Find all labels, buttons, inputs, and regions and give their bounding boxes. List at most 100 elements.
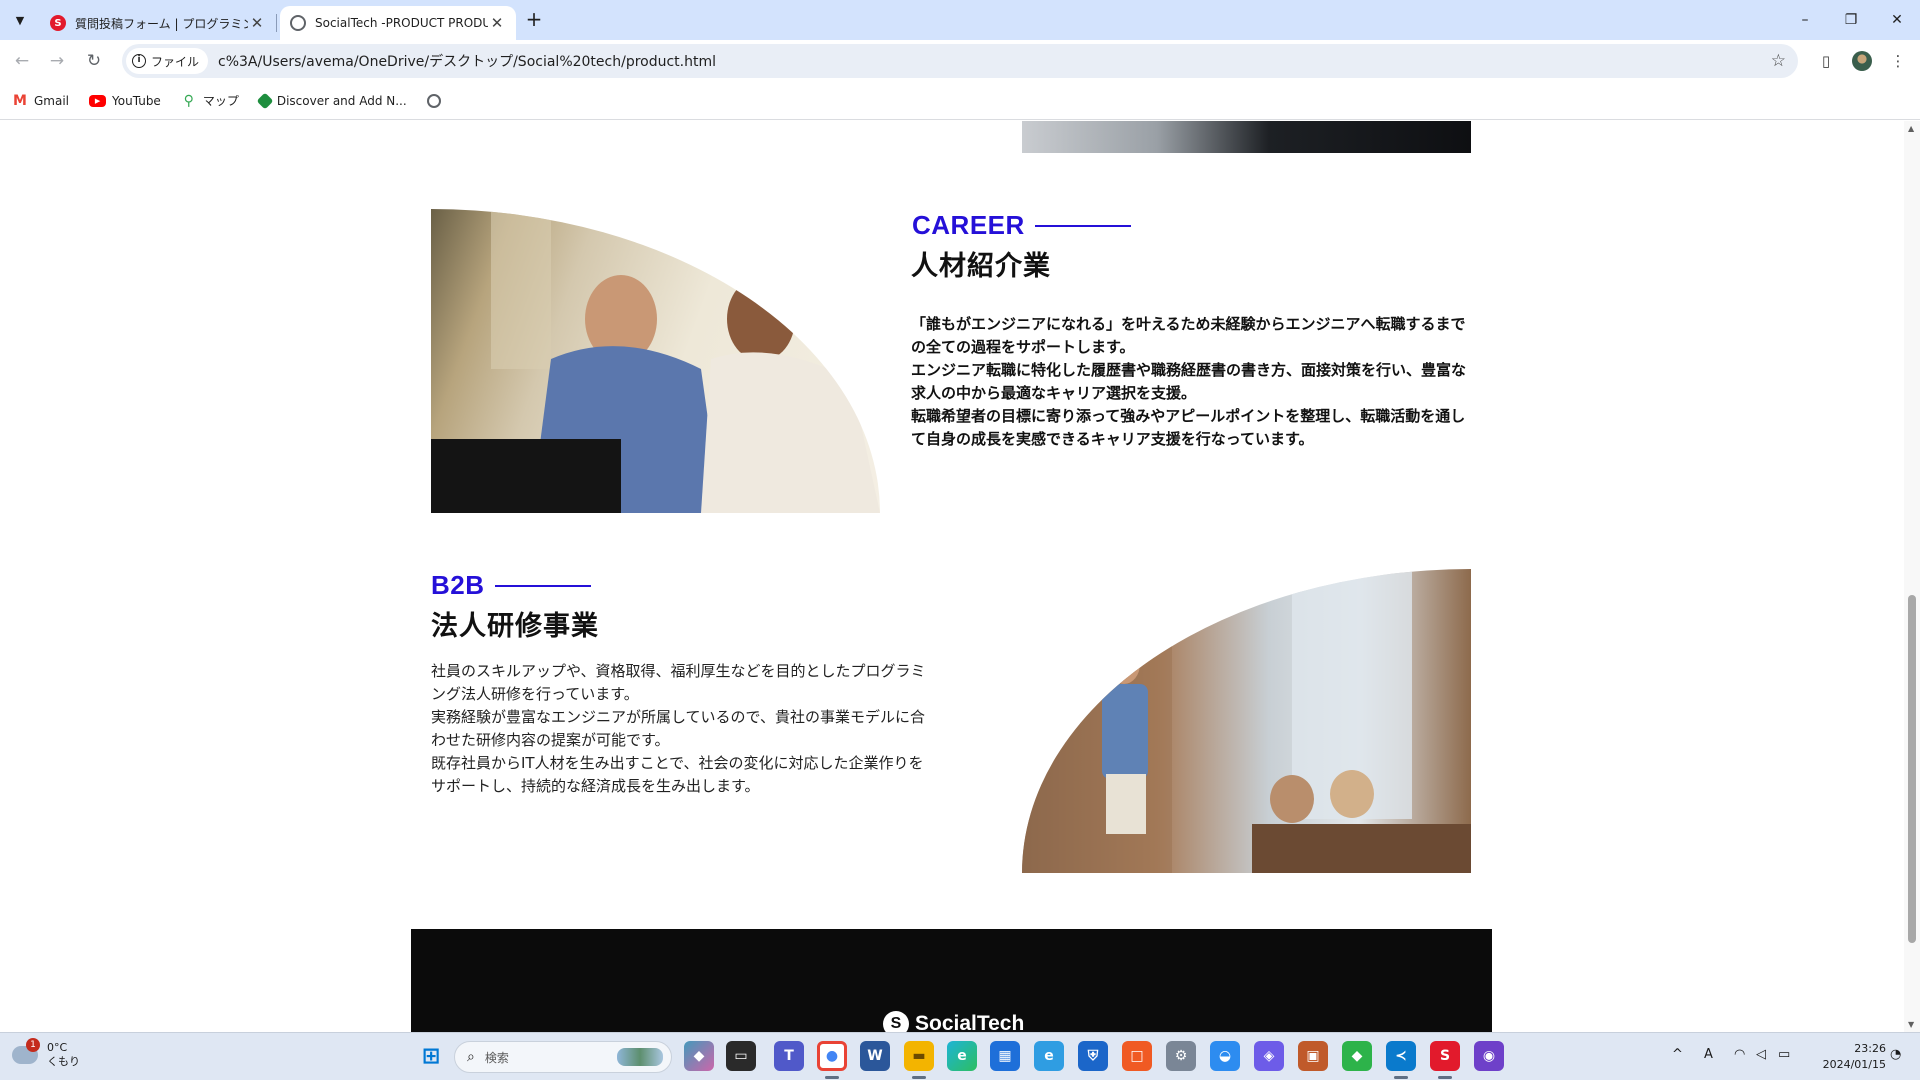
bird-app-icon[interactable]: ◒ bbox=[1210, 1041, 1240, 1071]
tab-search-button[interactable]: ▼ bbox=[8, 8, 32, 32]
minimize-button[interactable]: – bbox=[1782, 0, 1828, 40]
b2b-description: 社員のスキルアップや、資格取得、福利厚生などを目的としたプログラミ ング法人研修… bbox=[431, 660, 951, 798]
store-icon[interactable]: ▦ bbox=[990, 1041, 1020, 1071]
back-button[interactable]: ← bbox=[10, 49, 34, 73]
career-line: 「誰もがエンジニアになれる」を叶えるため未経験からエンジニアへ転職するまで bbox=[911, 315, 1466, 333]
career-description: 「誰もがエンジニアになれる」を叶えるため未経験からエンジニアへ転職するまで の全… bbox=[911, 313, 1481, 451]
profile-avatar[interactable] bbox=[1850, 49, 1874, 73]
copilot-icon[interactable]: ◆ bbox=[684, 1041, 714, 1071]
office-icon[interactable]: □ bbox=[1122, 1041, 1152, 1071]
weather-temp: 0°C bbox=[47, 1041, 68, 1054]
samurai-favicon-icon: S bbox=[50, 15, 66, 31]
b2b-line: 実務経験が豊富なエンジニアが所属しているので、貴社の事業モデルに合 bbox=[431, 708, 925, 726]
github-icon[interactable]: ◉ bbox=[1474, 1041, 1504, 1071]
b2b-line: わせた研修内容の提案が可能です。 bbox=[431, 731, 670, 749]
photos-icon[interactable]: ▣ bbox=[1298, 1041, 1328, 1071]
start-windows-icon[interactable]: ⊞ bbox=[416, 1041, 446, 1071]
globe-icon bbox=[426, 93, 441, 108]
teams-icon[interactable]: T bbox=[774, 1041, 804, 1071]
chrome-icon[interactable]: ● bbox=[817, 1041, 847, 1071]
search-icon: ⌕ bbox=[467, 1049, 475, 1065]
search-highlight-image bbox=[617, 1048, 663, 1066]
bookmark-gmail[interactable]: M Gmail bbox=[12, 93, 69, 109]
green-app-icon[interactable]: ◆ bbox=[1342, 1041, 1372, 1071]
career-label-line bbox=[1034, 224, 1131, 227]
samurai-running-indicator bbox=[1438, 1076, 1452, 1079]
edge-icon[interactable]: e bbox=[947, 1041, 977, 1071]
tab-socialtech-product[interactable]: SocialTech -PRODUCT PRODUC ✕ bbox=[280, 6, 516, 40]
bookmark-label: Discover and Add N... bbox=[276, 93, 407, 108]
system-clock[interactable]: 23:26 2024/01/15 bbox=[1806, 1041, 1886, 1073]
bookmark-label: Gmail bbox=[34, 93, 70, 108]
close-tab-icon[interactable]: ✕ bbox=[248, 14, 266, 32]
new-tab-button[interactable]: + bbox=[522, 8, 546, 32]
reload-button[interactable]: ↻ bbox=[82, 49, 106, 73]
bookmark-label: YouTube bbox=[112, 93, 161, 108]
career-line: の全ての過程をサポートします。 bbox=[911, 338, 1135, 356]
bookmark-star-icon[interactable]: ☆ bbox=[1771, 51, 1786, 71]
restore-button[interactable]: ❐ bbox=[1828, 0, 1874, 40]
word-icon[interactable]: W bbox=[860, 1041, 890, 1071]
discover-icon bbox=[256, 92, 274, 109]
tray-overflow-chevron-icon[interactable]: ^ bbox=[1672, 1047, 1683, 1062]
footer-logo[interactable]: S SocialTech bbox=[883, 1011, 1024, 1032]
maps-icon: ⚲ bbox=[183, 92, 194, 109]
youtube-icon: ▶ bbox=[89, 94, 107, 107]
task-view-icon[interactable]: ▭ bbox=[726, 1041, 756, 1071]
page-scrollbar[interactable]: ▲ ▼ bbox=[1904, 121, 1920, 1032]
menu-kebab-icon[interactable]: ⋮ bbox=[1886, 49, 1910, 73]
weather-condition: くもり bbox=[47, 1055, 80, 1068]
b2b-label-line bbox=[494, 584, 591, 587]
footer-logo-text: SocialTech bbox=[915, 1012, 1025, 1032]
vscode-icon[interactable]: ≺ bbox=[1386, 1041, 1416, 1071]
tab-question-form[interactable]: S 質問投稿フォーム | プログラミング学 ✕ bbox=[40, 6, 276, 40]
b2b-label-row: B2B bbox=[431, 570, 591, 601]
wifi-icon[interactable]: ◠ bbox=[1734, 1047, 1745, 1062]
page-viewport: CAREER 人材紹介業 「誰もがエンジニアになれる」を叶えるため未経験からエン… bbox=[0, 121, 1904, 1032]
close-window-button[interactable]: ✕ bbox=[1874, 0, 1920, 40]
file-explorer-icon[interactable]: ▬ bbox=[904, 1041, 934, 1071]
career-label: CAREER bbox=[912, 210, 1025, 240]
battery-icon[interactable]: ▭ bbox=[1778, 1047, 1790, 1062]
clock-date: 2024/01/15 bbox=[1822, 1058, 1886, 1071]
weather-widget[interactable]: 1 0°C くもり bbox=[12, 1038, 80, 1069]
bookmark-maps[interactable]: ⚲ マップ bbox=[181, 92, 239, 109]
explorer-running-indicator bbox=[912, 1076, 926, 1079]
close-tab-icon[interactable]: ✕ bbox=[488, 14, 506, 32]
previous-section-photo bbox=[1022, 121, 1471, 153]
bookmark-youtube[interactable]: ▶ YouTube bbox=[89, 94, 161, 108]
feedback-icon[interactable]: ◈ bbox=[1254, 1041, 1284, 1071]
career-line: エンジニア転職に特化した履歴書や職務経歴書の書き方、面接対策を行い、豊富な bbox=[911, 361, 1467, 379]
scroll-up-arrow-icon[interactable]: ▲ bbox=[1908, 124, 1914, 133]
bookmark-label: マップ bbox=[202, 94, 239, 108]
b2b-line: 社員のスキルアップや、資格取得、福利厚生などを目的としたプログラミ bbox=[431, 662, 926, 680]
site-info-label: ファイル bbox=[151, 54, 200, 69]
bookmark-discover[interactable]: Discover and Add N... bbox=[256, 92, 407, 109]
side-panel-icon[interactable]: ▯ bbox=[1814, 49, 1838, 73]
tab-title: 質問投稿フォーム | プログラミング学 bbox=[75, 16, 248, 31]
ime-indicator[interactable]: A bbox=[1704, 1047, 1713, 1062]
b2b-photo-illustration bbox=[1022, 569, 1471, 873]
site-info-chip[interactable]: i ファイル bbox=[126, 48, 209, 74]
socialtech-logo-icon: S bbox=[883, 1011, 909, 1032]
taskbar-search[interactable]: ⌕ 検索 bbox=[454, 1041, 672, 1073]
scroll-down-arrow-icon[interactable]: ▼ bbox=[1908, 1020, 1914, 1029]
site-footer: S SocialTech bbox=[411, 929, 1492, 1032]
samurai-app-icon[interactable]: S bbox=[1430, 1041, 1460, 1071]
b2b-line: 既存社員からIT人材を生み出すことで、社会の変化に対応した企業作りを bbox=[431, 754, 924, 772]
url-text[interactable]: c%3A/Users/avema/OneDrive/デスクトップ/Social%… bbox=[218, 51, 716, 71]
b2b-line: サポートし、持続的な経済成長を生み出します。 bbox=[431, 777, 760, 795]
address-bar[interactable]: i ファイル c%3A/Users/avema/OneDrive/デスクトップ/… bbox=[122, 44, 1798, 78]
tab-title: SocialTech -PRODUCT PRODUC bbox=[315, 16, 488, 30]
notification-badge: 1 bbox=[26, 1038, 40, 1052]
notification-bell-icon[interactable]: ◔ bbox=[1890, 1047, 1901, 1062]
settings-gear-icon[interactable]: ⚙ bbox=[1166, 1041, 1196, 1071]
scroll-thumb[interactable] bbox=[1908, 595, 1916, 943]
tips-icon[interactable]: e bbox=[1034, 1041, 1064, 1071]
cloud-icon: 1 bbox=[12, 1038, 40, 1064]
volume-icon[interactable]: ◁ bbox=[1756, 1047, 1766, 1062]
forward-button[interactable]: → bbox=[45, 49, 69, 73]
bookmark-globe[interactable] bbox=[426, 93, 447, 108]
defender-icon[interactable]: ⛨ bbox=[1078, 1041, 1108, 1071]
globe-favicon-icon bbox=[290, 15, 306, 31]
